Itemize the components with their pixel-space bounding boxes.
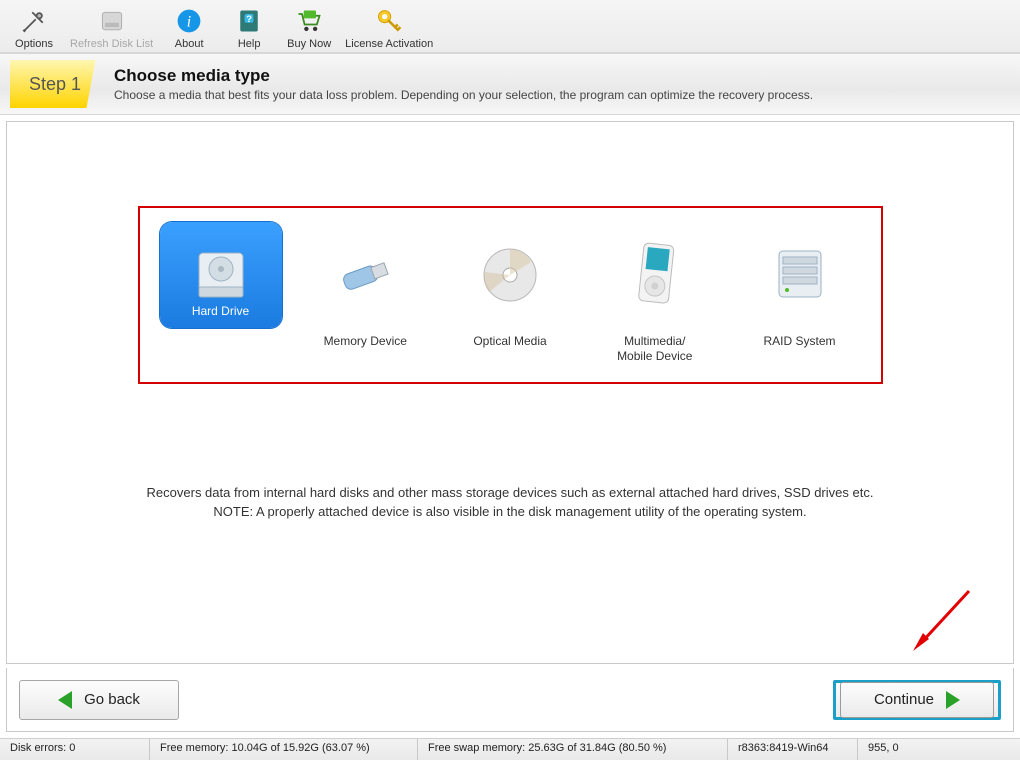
status-bar: Disk errors: 0 Free memory: 10.04G of 15…	[0, 738, 1020, 760]
media-memory-device[interactable]: Memory Device	[302, 222, 428, 364]
status-free-memory: Free memory: 10.04G of 15.92G (63.07 %)	[150, 739, 418, 760]
toolbar-label: About	[175, 38, 204, 50]
help-icon: ?	[234, 6, 264, 36]
toolbar-label: Buy Now	[287, 38, 331, 50]
status-build: r8363:8419-Win64	[728, 739, 858, 760]
continue-button-highlight: Continue	[833, 680, 1001, 720]
media-label: Hard Drive	[192, 304, 249, 318]
toolbar-label: Help	[238, 38, 261, 50]
step-badge: Step 1	[10, 60, 100, 108]
step-title: Choose media type	[114, 66, 813, 86]
toolbar: Options Refresh Disk List i About ? Help…	[0, 0, 1020, 53]
cart-icon	[294, 6, 324, 36]
step-text: Choose media type Choose a media that be…	[114, 66, 813, 102]
step-subtitle: Choose a media that best fits your data …	[114, 88, 813, 102]
options-icon	[19, 6, 49, 36]
media-label: RAID System	[763, 334, 835, 348]
media-label: Multimedia/ Mobile Device	[617, 334, 692, 363]
media-mobile[interactable]: Multimedia/ Mobile Device	[592, 222, 718, 364]
info-icon: i	[174, 6, 204, 36]
media-raid[interactable]: RAID System	[737, 222, 863, 364]
status-disk-errors: Disk errors: 0	[0, 739, 150, 760]
status-free-swap: Free swap memory: 25.63G of 31.84G (80.5…	[418, 739, 728, 760]
toolbar-buy[interactable]: Buy Now	[279, 4, 339, 50]
button-label: Continue	[874, 691, 934, 708]
cd-icon	[449, 222, 571, 328]
media-label: Memory Device	[324, 334, 407, 348]
status-coords: 955, 0	[858, 739, 1020, 760]
media-label: Optical Media	[473, 334, 546, 348]
svg-text:?: ?	[246, 14, 252, 25]
nav-bar: Go back Continue	[6, 668, 1014, 732]
button-label: Go back	[84, 691, 140, 708]
usb-stick-icon	[304, 222, 426, 328]
go-back-button[interactable]: Go back	[19, 680, 179, 720]
media-hard-drive[interactable]: Hard Drive	[158, 222, 284, 364]
toolbar-help[interactable]: ? Help	[219, 4, 279, 50]
toolbar-about[interactable]: i About	[159, 4, 219, 50]
annotation-arrow-icon	[907, 585, 977, 655]
ipod-icon	[594, 222, 716, 328]
toolbar-refresh[interactable]: Refresh Disk List	[64, 4, 159, 50]
toolbar-label: Refresh Disk List	[70, 38, 153, 50]
media-optical[interactable]: Optical Media	[447, 222, 573, 364]
svg-text:i: i	[187, 13, 191, 30]
main-panel: Hard Drive Memory Device Optical Media M…	[6, 121, 1014, 664]
toolbar-label: Options	[15, 38, 53, 50]
toolbar-license[interactable]: License Activation	[339, 4, 439, 50]
key-icon	[374, 6, 404, 36]
media-type-row: Hard Drive Memory Device Optical Media M…	[138, 206, 883, 384]
disk-refresh-icon	[97, 6, 127, 36]
raid-icon	[739, 222, 861, 328]
media-description: Recovers data from internal hard disks a…	[100, 484, 920, 522]
continue-button[interactable]: Continue	[840, 682, 994, 718]
arrow-left-icon	[58, 691, 72, 709]
step-header: Step 1 Choose media type Choose a media …	[0, 53, 1020, 115]
toolbar-options[interactable]: Options	[4, 4, 64, 50]
arrow-right-icon	[946, 691, 960, 709]
toolbar-label: License Activation	[345, 38, 433, 50]
